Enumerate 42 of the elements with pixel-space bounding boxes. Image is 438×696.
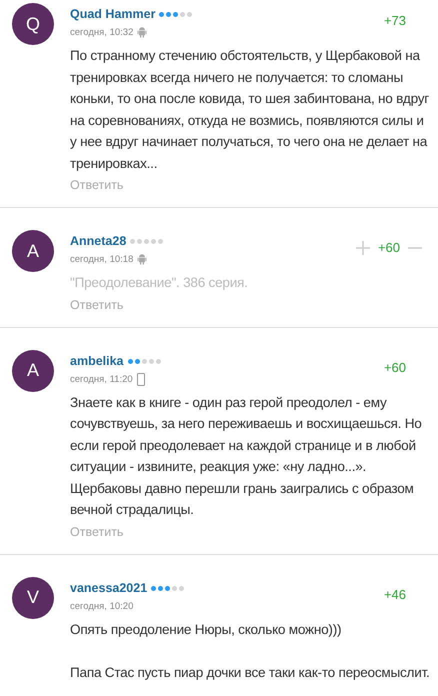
vote-score: +73: [384, 12, 406, 30]
rating-dot: [151, 239, 156, 244]
avatar: A: [12, 230, 54, 272]
upvote-icon[interactable]: [356, 240, 370, 255]
username-link[interactable]: ambelika: [70, 354, 124, 368]
rating-dot: [148, 358, 154, 364]
rating-dot: [151, 586, 156, 590]
avatar: V: [12, 576, 54, 618]
avatar: Q: [12, 3, 54, 45]
rating-dot: [134, 358, 140, 364]
rating-dot: [144, 239, 150, 244]
comment-time: сегодня, 11:20: [70, 372, 133, 386]
username-link[interactable]: Anneta28: [70, 234, 126, 249]
rating-dot: [158, 586, 164, 590]
rating-dot: [130, 239, 136, 244]
comment-text: По странному стечению обстоятельств, у Щербаковой на тренировках всегда ничего не получается: то сломаны коньки, то она после ковида, то шея забинтована, но вдруг на соревнованиях, откуда не возмись, появляются силы и у нее вдруг начинает получаться, то чего она не делает на тренировках...: [70, 47, 430, 173]
username-link[interactable]: Quad Hammer: [70, 7, 156, 22]
rating-dot: [159, 12, 164, 17]
comment-time: сегодня, 10:20: [70, 600, 134, 612]
rating-dot: [137, 239, 142, 244]
rating-dot: [180, 12, 186, 17]
rating-dot: [128, 358, 133, 364]
rating-dot: [187, 12, 192, 17]
rating-dot: [179, 586, 184, 590]
downvote-icon[interactable]: [408, 246, 422, 249]
rating-dot: [156, 358, 161, 364]
comment-time: сегодня, 10:18: [70, 253, 134, 266]
vote-score: +60: [384, 358, 406, 376]
comment-text: Опять преодоление Нюры, сколько можно))) Папа Стас пусть пиар дочки все таки как-то переосмыслит.: [70, 620, 430, 682]
rating-dot: [165, 586, 170, 590]
rating-dot: [142, 358, 147, 364]
comment-text: "Преодолевание". 386 серия.: [70, 274, 249, 292]
comment-time: сегодня, 10:32: [70, 26, 134, 39]
comment-text: Знаете как в книге - один раз герой преодолел - ему сочувствуешь, за него переживаешь и восхищаешься. Но если герой преодолевает на каждой странице и в любой ситуации - извините, реакция уже: «ну ладно...». Щербаковы давно перешли грань заигрались с образом вечной страдалицы.: [70, 394, 423, 519]
vote-score: +46: [384, 586, 406, 604]
rating-dot: [166, 12, 172, 17]
rating-dot: [172, 586, 178, 590]
avatar: A: [12, 350, 54, 392]
username-link[interactable]: vanessa2021: [70, 580, 148, 596]
vote-score: +60: [378, 239, 400, 257]
rating-dot: [158, 239, 164, 244]
rating-dot: [173, 12, 178, 17]
